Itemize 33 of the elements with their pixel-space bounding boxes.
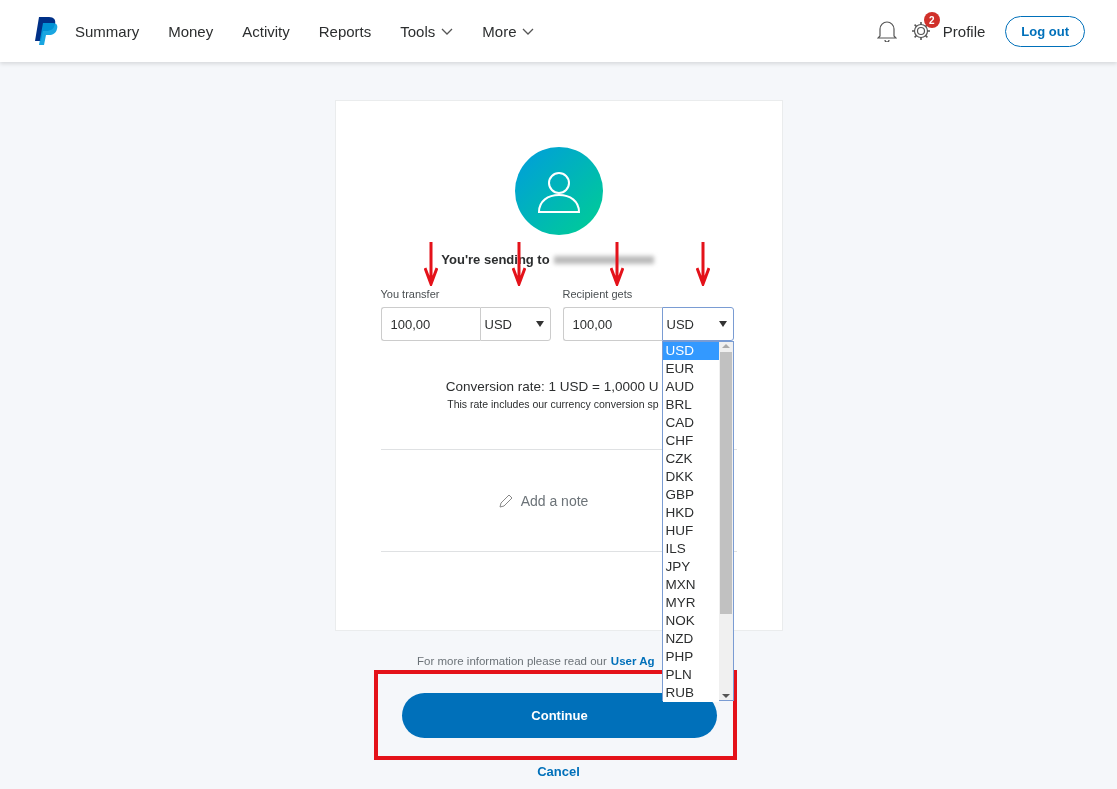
currency-select[interactable]: USD (661, 307, 734, 341)
nav-link[interactable]: Reports (318, 22, 372, 40)
nav-link[interactable]: Activity (242, 22, 290, 40)
nav-link[interactable]: Tools (400, 22, 454, 40)
logo-icon[interactable] (34, 17, 58, 45)
arrow-annotation (695, 242, 710, 286)
notification-badge: 2 (923, 12, 940, 28)
conversion-note-text: This rate includes our currency conversion sp (447, 398, 659, 410)
amount-input[interactable]: 100,00 (380, 307, 480, 341)
nav-link[interactable]: Money (168, 22, 214, 40)
logout-button[interactable]: Log out (1005, 15, 1085, 47)
field-label: You transfer (380, 288, 441, 300)
caret-icon (535, 321, 544, 327)
pencil-icon (498, 493, 513, 508)
info-text: For more information please read our (417, 655, 607, 667)
amount-input[interactable]: 100,00 (562, 307, 662, 341)
settings-icon[interactable] (910, 21, 931, 41)
currency-select[interactable]: USD (479, 307, 551, 341)
bell-icon[interactable] (876, 20, 897, 42)
nav-link[interactable]: More (482, 22, 535, 40)
arrow-annotation (609, 242, 624, 286)
caret-icon (718, 321, 727, 327)
agreement-link[interactable]: User Ag (610, 655, 655, 667)
nav-link[interactable]: Summary (75, 22, 140, 40)
chevron-down-icon (522, 27, 535, 35)
cancel-link[interactable]: Cancel (537, 764, 580, 779)
add-note-link[interactable]: Add a note (520, 492, 589, 509)
arrow-annotation (423, 242, 438, 286)
profile-link[interactable]: Profile (942, 22, 986, 40)
scroll-down-icon[interactable] (721, 692, 730, 700)
chevron-down-icon (441, 27, 454, 35)
field-label: Recipient gets (562, 288, 634, 300)
conversion-rate-text: Conversion rate: 1 USD = 1,0000 U (445, 379, 659, 394)
